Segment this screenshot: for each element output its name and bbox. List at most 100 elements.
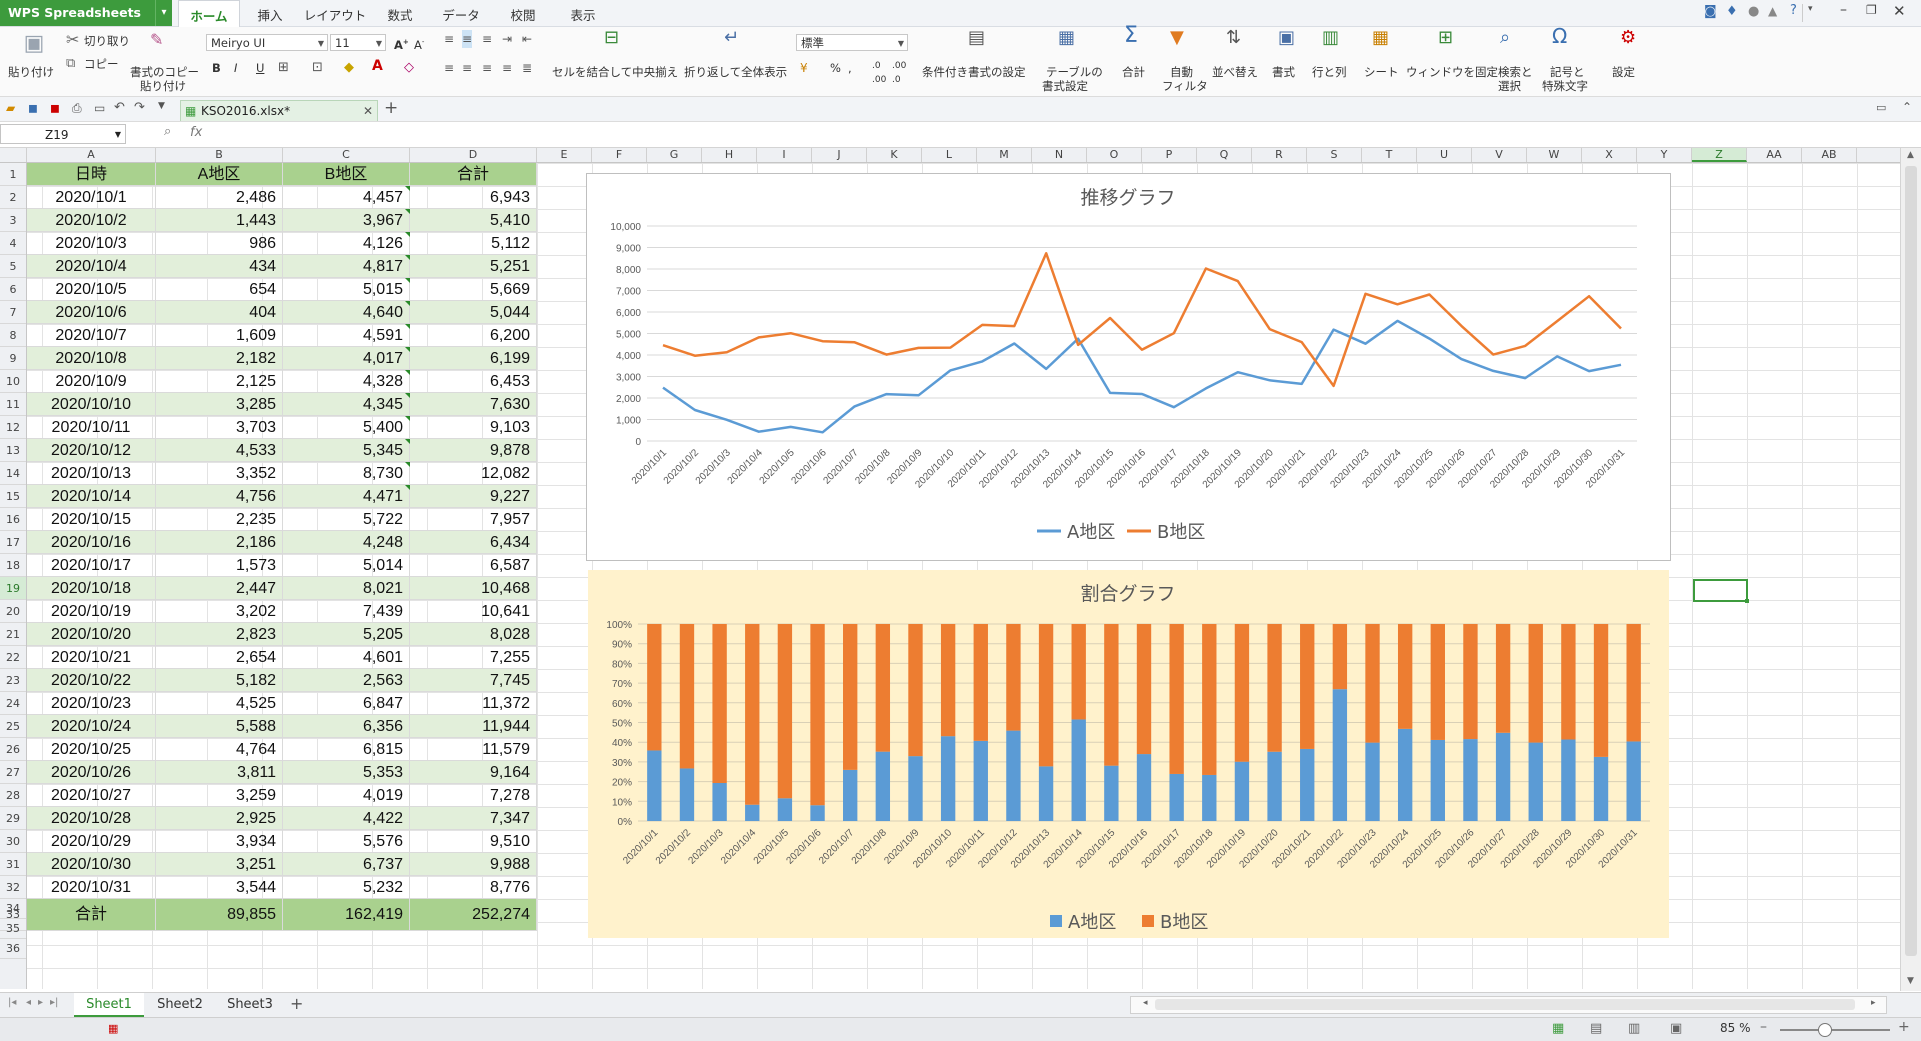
total-cell[interactable]: 11,579 xyxy=(410,738,537,761)
comma-icon[interactable]: , xyxy=(848,61,852,75)
value-cell[interactable]: 3,544 xyxy=(156,876,283,899)
value-cell[interactable]: 4,422 xyxy=(283,807,410,830)
align-bottom-icon[interactable]: ≡ xyxy=(482,30,492,48)
sum-icon[interactable]: Σ xyxy=(1124,25,1138,47)
row-header-17[interactable]: 17 xyxy=(0,531,26,554)
indent-icon[interactable]: ⇥ xyxy=(502,30,512,48)
tab-home[interactable]: ホーム xyxy=(178,0,240,28)
column-header-L[interactable]: L xyxy=(922,148,977,162)
distribute-icon[interactable]: ≣ xyxy=(522,59,532,77)
row-header-31[interactable]: 31 xyxy=(0,853,26,876)
column-header-J[interactable]: J xyxy=(812,148,867,162)
prev-sheet-icon[interactable]: ◂ xyxy=(26,997,31,1008)
date-cell[interactable]: 2020/10/16 xyxy=(27,531,156,554)
column-header-N[interactable]: N xyxy=(1032,148,1087,162)
date-cell[interactable]: 2020/10/25 xyxy=(27,738,156,761)
column-header-B[interactable]: B xyxy=(156,148,283,162)
column-header-W[interactable]: W xyxy=(1527,148,1582,162)
row-header-35[interactable]: 35 xyxy=(0,919,26,939)
value-cell[interactable]: 4,591 xyxy=(283,324,410,347)
total-cell[interactable]: 6,587 xyxy=(410,554,537,577)
bar-segment-b[interactable] xyxy=(647,624,662,751)
value-cell[interactable]: 5,345 xyxy=(283,439,410,462)
value-cell[interactable]: 7,439 xyxy=(283,600,410,623)
value-cell[interactable]: 5,014 xyxy=(283,554,410,577)
upload-icon[interactable]: ▲ xyxy=(1768,4,1777,18)
page-layout-icon[interactable]: ▤ xyxy=(1590,1021,1602,1036)
normal-view-icon[interactable]: ▦ xyxy=(1552,1021,1564,1036)
undo-icon[interactable]: ↶ xyxy=(114,100,125,115)
page-break-icon[interactable]: ▥ xyxy=(1628,1021,1640,1036)
bar-segment-b[interactable] xyxy=(1006,624,1021,731)
row-header-25[interactable]: 25 xyxy=(0,715,26,738)
value-cell[interactable]: 8,730 xyxy=(283,462,410,485)
bar-segment-b[interactable] xyxy=(875,624,891,752)
fx-icon[interactable]: fx xyxy=(190,125,202,140)
value-cell[interactable]: 4,328 xyxy=(283,370,410,393)
value-cell[interactable]: 1,609 xyxy=(156,324,283,347)
value-cell[interactable]: 2,654 xyxy=(156,646,283,669)
format-icon[interactable]: ▣ xyxy=(1278,29,1295,47)
value-cell[interactable]: 5,232 xyxy=(283,876,410,899)
row-header-32[interactable]: 32 xyxy=(0,876,26,899)
bar-segment-b[interactable] xyxy=(1365,624,1380,743)
tab-review[interactable]: 校閲 xyxy=(498,0,548,26)
column-header-K[interactable]: K xyxy=(867,148,922,162)
sort-icon[interactable]: ⇅ xyxy=(1226,29,1241,47)
column-header-O[interactable]: O xyxy=(1087,148,1142,162)
underline-button[interactable]: U xyxy=(256,61,264,75)
bar-segment-a[interactable] xyxy=(1430,739,1445,821)
row-header-34[interactable]: 34 xyxy=(0,899,26,919)
bar-segment-b[interactable] xyxy=(810,624,825,806)
bar-segment-b[interactable] xyxy=(745,624,760,805)
freeze-pane-icon[interactable]: ⊞ xyxy=(1438,29,1453,47)
date-cell[interactable]: 2020/10/17 xyxy=(27,554,156,577)
total-cell[interactable]: 10,468 xyxy=(410,577,537,600)
grand-total-cell[interactable]: 162,419 xyxy=(283,899,410,931)
date-cell[interactable]: 2020/10/8 xyxy=(27,347,156,370)
value-cell[interactable]: 3,967 xyxy=(283,209,410,232)
align-top-icon[interactable]: ≡ xyxy=(444,30,454,48)
value-cell[interactable]: 5,182 xyxy=(156,669,283,692)
value-cell[interactable]: 404 xyxy=(156,301,283,324)
search-icon[interactable]: ⌕ xyxy=(1500,29,1510,47)
paste-button[interactable]: 貼り付け xyxy=(8,65,54,79)
bar-segment-a[interactable] xyxy=(1006,730,1021,821)
column-header-I[interactable]: I xyxy=(757,148,812,162)
chevron-down-icon[interactable]: ▾ xyxy=(155,0,172,26)
total-cell[interactable]: 6,453 xyxy=(410,370,537,393)
row-header-5[interactable]: 5 xyxy=(0,255,26,278)
bar-segment-b[interactable] xyxy=(1397,624,1413,729)
row-header-1[interactable]: 1 xyxy=(0,163,26,186)
select-all-corner[interactable] xyxy=(0,148,27,162)
active-cell-cursor[interactable] xyxy=(1693,579,1748,602)
date-cell[interactable]: 2020/10/29 xyxy=(27,830,156,853)
bar-segment-b[interactable] xyxy=(1430,624,1445,740)
row-header-20[interactable]: 20 xyxy=(0,600,26,623)
date-cell[interactable]: 2020/10/31 xyxy=(27,876,156,899)
date-cell[interactable]: 2020/10/19 xyxy=(27,600,156,623)
paste-icon[interactable]: ▣ xyxy=(22,33,46,55)
scroll-down-icon[interactable]: ▼ xyxy=(1907,976,1914,986)
vertical-scrollbar[interactable]: ▲ ▼ xyxy=(1900,148,1921,991)
total-cell[interactable]: 6,434 xyxy=(410,531,537,554)
total-cell[interactable]: 7,347 xyxy=(410,807,537,830)
value-cell[interactable]: 6,356 xyxy=(283,715,410,738)
column-header-E[interactable]: E xyxy=(537,148,592,162)
date-cell[interactable]: 2020/10/11 xyxy=(27,416,156,439)
bar-segment-a[interactable] xyxy=(1234,761,1250,821)
bar-segment-a[interactable] xyxy=(679,768,695,821)
bar-segment-b[interactable] xyxy=(1234,624,1250,762)
table-header-cell[interactable]: B地区 xyxy=(283,163,410,186)
row-col-icon[interactable]: ▥ xyxy=(1322,29,1339,47)
row-header-21[interactable]: 21 xyxy=(0,623,26,646)
bar-segment-b[interactable] xyxy=(1136,624,1152,755)
formula-input[interactable] xyxy=(218,124,1918,144)
value-cell[interactable]: 6,815 xyxy=(283,738,410,761)
bar-segment-a[interactable] xyxy=(1626,741,1641,821)
scroll-right-icon[interactable]: ▸ xyxy=(1871,998,1876,1008)
value-cell[interactable]: 8,021 xyxy=(283,577,410,600)
value-cell[interactable]: 5,576 xyxy=(283,830,410,853)
sheet-tab-sheet2[interactable]: Sheet2 xyxy=(146,993,214,1017)
table-format-icon[interactable]: ▦ xyxy=(1058,29,1075,47)
